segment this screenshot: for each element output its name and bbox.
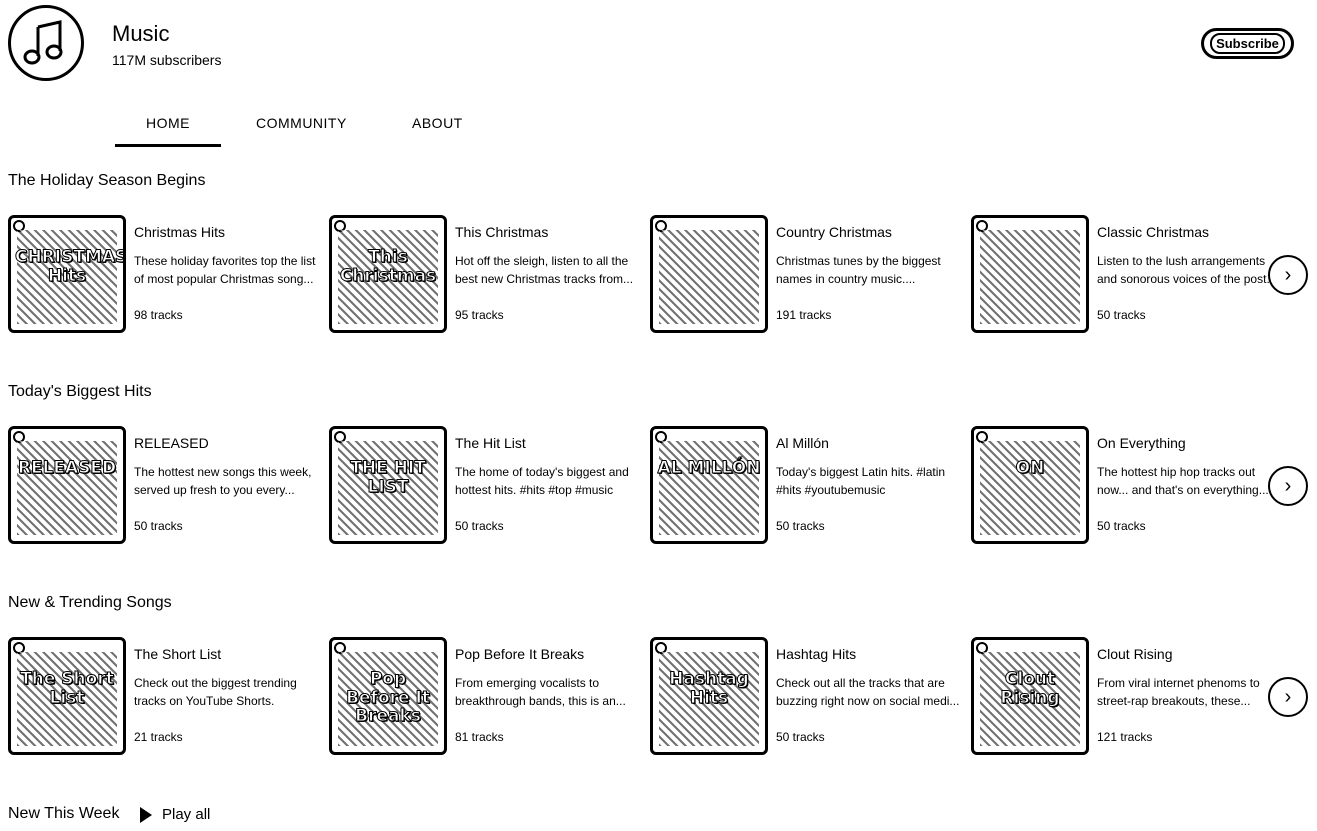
play-all-button[interactable]: Play all [140,806,210,823]
playlist-thumbnail[interactable]: CHRISTMAS Hits [8,215,126,333]
track-count: 95 tracks [455,308,504,322]
tab-about[interactable]: ABOUT [412,115,463,131]
playlist-shelf: RELEASED RELEASED The hottest new songs … [0,426,1317,546]
track-count: 21 tracks [134,730,183,744]
playlist-title[interactable]: Country Christmas [776,224,892,240]
playlist-description: The hottest hip hop tracks out now... an… [1097,465,1273,497]
shelf-next-button[interactable]: › [1268,255,1308,295]
playlist-thumbnail[interactable]: Pop Before It Breaks [329,637,447,755]
track-count: 98 tracks [134,308,183,322]
playlist-description: Today's biggest Latin hits. #latin #hits… [776,465,946,497]
playlist-card[interactable]: THE HIT LIST The Hit List The home of to… [329,426,639,546]
playlist-title[interactable]: Classic Christmas [1097,224,1209,240]
playlist-description: From viral internet phenoms to street-ra… [1097,676,1260,708]
track-count: 50 tracks [1097,519,1146,533]
thumbnail-text: Pop Before It Breaks [346,669,431,727]
chevron-right-icon: › [1284,263,1292,286]
playlist-card[interactable]: RELEASED RELEASED The hottest new songs … [8,426,318,546]
playlist-shelf: The Short List The Short List Check out … [0,637,1317,757]
playlist-thumbnail[interactable]: THE HIT LIST [329,426,447,544]
playlist-title[interactable]: On Everything [1097,435,1186,451]
channel-header: Music 117M subscribers Subscribe [0,0,1317,100]
playlist-thumbnail[interactable] [650,215,768,333]
track-count: 50 tracks [134,519,183,533]
track-count: 191 tracks [776,308,832,322]
thumbnail-text: THE HIT LIST [350,458,427,497]
playlist-title[interactable]: Pop Before It Breaks [455,646,584,662]
playlist-card[interactable]: The Short List The Short List Check out … [8,637,318,757]
playlist-card[interactable]: AL MILLÓN Al Millón Today's biggest Lati… [650,426,960,546]
playlist-title[interactable]: This Christmas [455,224,548,240]
playlist-card[interactable]: CHRISTMAS Hits Christmas Hits These holi… [8,215,318,335]
playlist-card[interactable]: This Christmas This Christmas Hot off th… [329,215,639,335]
section-title: Today's Biggest Hits [8,383,152,400]
playlist-title[interactable]: The Hit List [455,435,526,451]
track-count: 50 tracks [1097,308,1146,322]
subscribe-button[interactable]: Subscribe [1201,28,1294,59]
subscriber-count: 117M subscribers [112,52,222,68]
thumbnail-text: CHRISTMAS Hits [15,247,126,286]
playlist-description: Check out all the tracks that are buzzin… [776,676,960,708]
thumbnail-text: Clout Rising [1000,669,1060,708]
thumbnail-text: ON [1015,458,1045,478]
section-title: New This Week [8,805,120,822]
channel-avatar[interactable] [8,5,84,81]
shelf-next-button[interactable]: › [1268,677,1308,717]
playlist-card[interactable]: Pop Before It Breaks Pop Before It Break… [329,637,639,757]
channel-name: Music [112,21,170,46]
thumbnail-text: The Short List [20,669,115,708]
playlist-description: Christmas tunes by the biggest names in … [776,254,941,286]
playlist-thumbnail[interactable]: Clout Rising [971,637,1089,755]
music-note-icon [23,20,63,65]
playlist-card[interactable]: Hashtag Hits Hashtag Hits Check out all … [650,637,960,757]
playlist-description: From emerging vocalists to breakthrough … [455,676,626,708]
track-count: 50 tracks [776,519,825,533]
section-title: The Holiday Season Begins [8,172,206,189]
playlist-thumbnail[interactable]: This Christmas [329,215,447,333]
playlist-description: Listen to the lush arrangements and sono… [1097,254,1277,286]
thumbnail-text: Hashtag Hits [669,669,750,708]
playlist-card[interactable]: Clout Rising Clout Rising From viral int… [971,637,1281,757]
playlist-title[interactable]: RELEASED [134,435,209,451]
chevron-right-icon: › [1284,685,1292,708]
playlist-title[interactable]: The Short List [134,646,221,662]
section-title: New & Trending Songs [8,594,172,611]
play-all-label: Play all [162,806,211,823]
playlist-title[interactable]: Christmas Hits [134,224,225,240]
playlist-thumbnail[interactable]: The Short List [8,637,126,755]
playlist-thumbnail[interactable]: RELEASED [8,426,126,544]
playlist-thumbnail[interactable]: AL MILLÓN [650,426,768,544]
playlist-description: The home of today's biggest and hottest … [455,465,629,497]
playlist-thumbnail[interactable] [971,215,1089,333]
track-count: 50 tracks [776,730,825,744]
thumbnail-text: RELEASED [17,458,117,478]
playlist-description: Hot off the sleigh, listen to all the be… [455,254,634,286]
active-tab-indicator [115,144,221,147]
playlist-title[interactable]: Hashtag Hits [776,646,856,662]
playlist-card[interactable]: Country Christmas Christmas tunes by the… [650,215,960,335]
track-count: 81 tracks [455,730,504,744]
track-count: 50 tracks [455,519,504,533]
playlist-card[interactable]: ON On Everything The hottest hip hop tra… [971,426,1281,546]
playlist-card[interactable]: Classic Christmas Listen to the lush arr… [971,215,1281,335]
playlist-title[interactable]: Clout Rising [1097,646,1172,662]
track-count: 121 tracks [1097,730,1153,744]
playlist-description: These holiday favorites top the list of … [134,254,316,286]
thumbnail-text: This Christmas [339,247,437,286]
playlist-thumbnail[interactable]: ON [971,426,1089,544]
tab-home[interactable]: HOME [146,115,190,131]
channel-tabs: HOME COMMUNITY ABOUT [0,100,1317,148]
playlist-thumbnail[interactable]: Hashtag Hits [650,637,768,755]
playlist-description: The hottest new songs this week, served … [134,465,312,497]
tab-community[interactable]: COMMUNITY [256,115,347,131]
playlist-title[interactable]: Al Millón [776,435,829,451]
shelf-next-button[interactable]: › [1268,466,1308,506]
play-icon [140,806,152,823]
thumbnail-text: AL MILLÓN [657,458,761,478]
playlist-description: Check out the biggest trending tracks on… [134,676,297,708]
chevron-right-icon: › [1284,474,1292,497]
playlist-shelf: CHRISTMAS Hits Christmas Hits These holi… [0,215,1317,335]
subscribe-label: Subscribe [1210,33,1285,54]
